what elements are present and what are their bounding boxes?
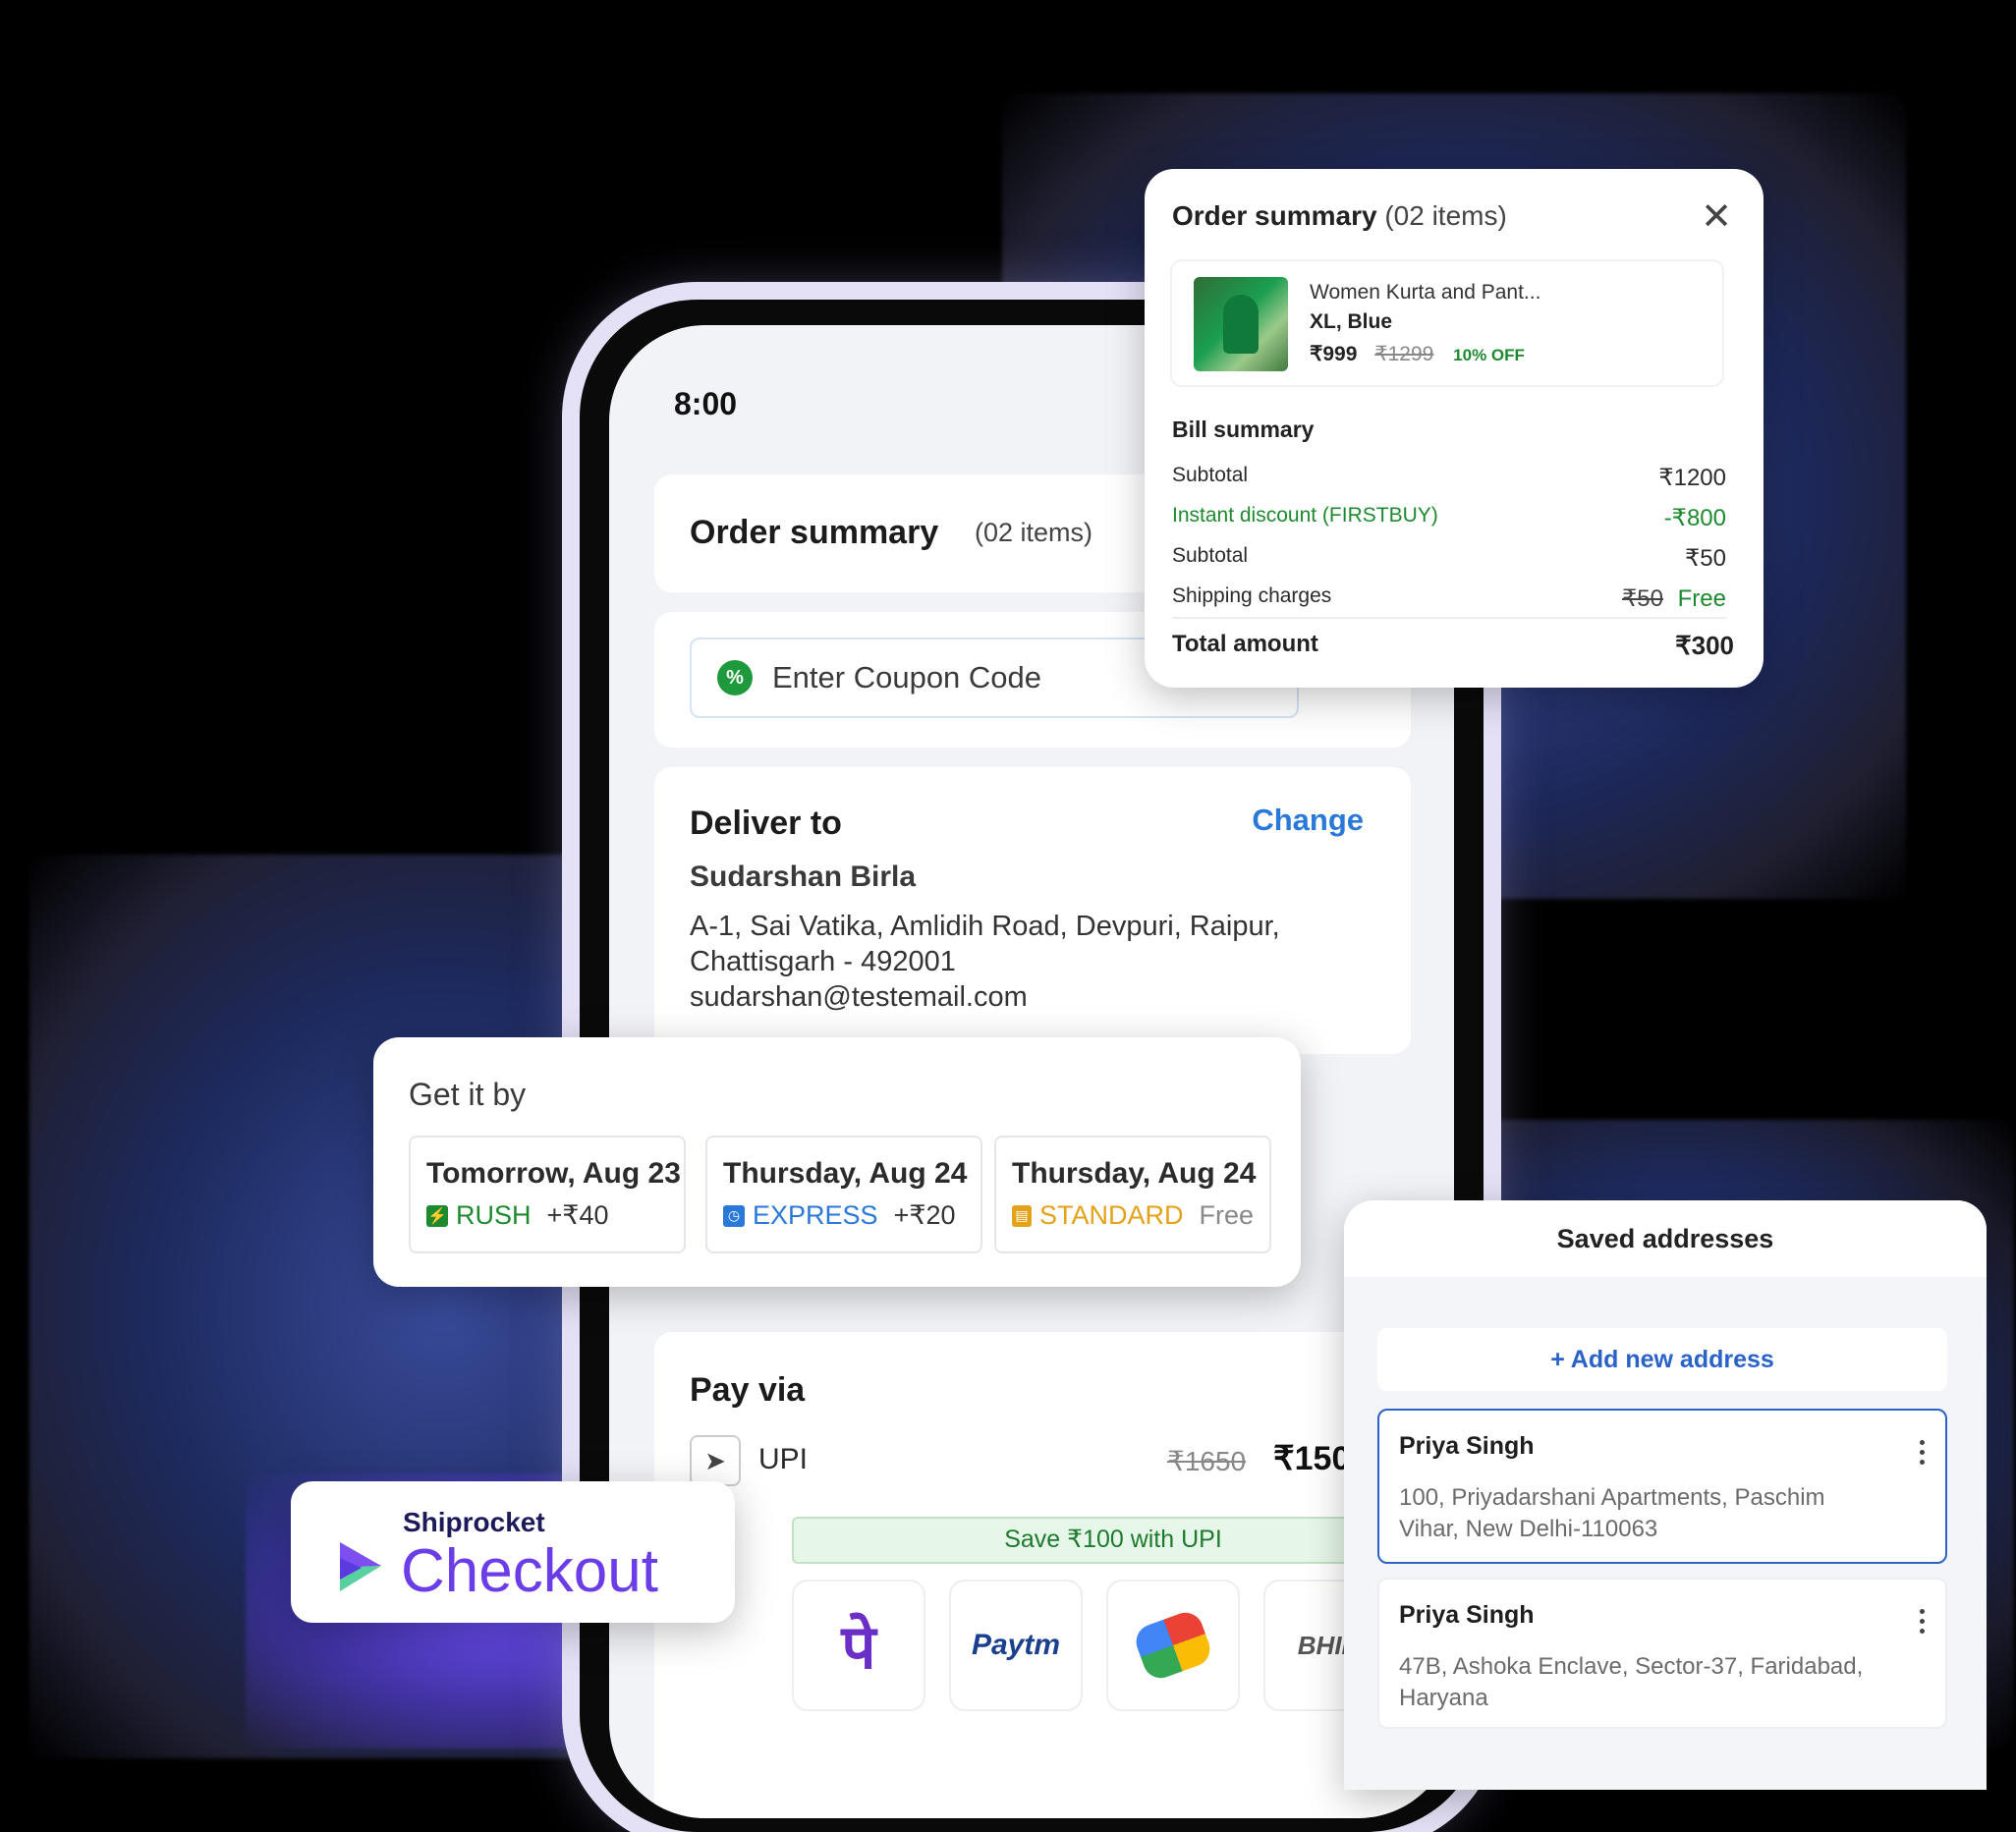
bill-row-value: ₹1200 [1658, 465, 1726, 491]
product-figure-icon [1223, 295, 1259, 354]
shipping-option-express[interactable]: Thursday, Aug 24 ◷ EXPRESS +₹20 [705, 1136, 982, 1253]
upi-label: UPI [758, 1443, 809, 1475]
rush-date: Tomorrow, Aug 23 [426, 1157, 681, 1190]
product-discount: 10% OFF [1453, 346, 1525, 364]
express-price: +₹20 [893, 1200, 956, 1230]
get-it-by-card: Get it by Tomorrow, Aug 23 ⚡ RUSH +₹40 T… [373, 1037, 1301, 1287]
phonepe-tile[interactable]: पे [792, 1580, 925, 1711]
saved-address-line1: 47B, Ashoka Enclave, Sector-37, Faridaba… [1399, 1653, 1864, 1680]
rush-icon: ⚡ [426, 1204, 448, 1227]
saved-title: Saved addresses [1556, 1224, 1774, 1253]
bill-row-shipping: Shipping charges ₹50 Free [1172, 584, 1726, 613]
bill-row-subtotal: Subtotal ₹1200 [1172, 464, 1726, 492]
product-variant: XL, Blue [1310, 310, 1393, 333]
gpay-tile[interactable] [1106, 1580, 1240, 1711]
saved-address-line1: 100, Priyadarshani Apartments, Paschim [1399, 1484, 1825, 1511]
phonepe-icon: पे [841, 1614, 876, 1682]
change-address-link[interactable]: Change [1252, 803, 1364, 838]
product-price: ₹999 [1310, 343, 1358, 365]
total-amount-value: ₹300 [1675, 631, 1734, 660]
pay-via-card: Pay via ➤ UPI ₹1650 ₹1500 Save ₹100 with… [654, 1332, 1434, 1818]
bill-row-value: ₹50 [1685, 545, 1726, 572]
express-icon: ◷ [723, 1204, 745, 1227]
coupon-percent-icon: % [717, 660, 753, 695]
bill-row-discount: Instant discount (FIRSTBUY) -₹800 [1172, 504, 1726, 532]
product-thumbnail [1194, 277, 1288, 371]
saved-header: Saved addresses [1344, 1200, 1987, 1277]
standard-icon: ▤ [1012, 1204, 1032, 1227]
order-summary-title: Order summary [690, 514, 939, 551]
saved-address-1[interactable]: Priya Singh 100, Priyadarshani Apartment… [1377, 1409, 1947, 1564]
pay-via-title: Pay via [690, 1371, 806, 1409]
standard-price: Free [1199, 1200, 1254, 1230]
upi-logo-icon: ➤ [690, 1435, 741, 1486]
product-mrp: ₹1299 [1374, 343, 1434, 365]
bill-row-label: Shipping charges [1172, 584, 1332, 607]
brand-product: Checkout [401, 1537, 658, 1605]
saved-address-2[interactable]: Priya Singh 47B, Ashoka Enclave, Sector-… [1377, 1578, 1947, 1729]
close-icon[interactable]: ✕ [1701, 194, 1732, 239]
bill-rows: Subtotal ₹1200 Instant discount (FIRSTBU… [1172, 464, 1726, 625]
customer-email: sudarshan@testemail.com [690, 981, 1028, 1013]
total-amount-label: Total amount [1172, 631, 1318, 657]
brand-company: Shiprocket [403, 1507, 545, 1537]
deliver-to-title: Deliver to [690, 805, 842, 842]
product-name: Women Kurta and Pant... [1310, 281, 1541, 304]
shipping-option-rush[interactable]: Tomorrow, Aug 23 ⚡ RUSH +₹40 [409, 1136, 686, 1253]
add-new-address-label: + Add new address [1550, 1346, 1774, 1373]
deliver-to-card: Deliver to Change Sudarshan Birla A-1, S… [654, 767, 1411, 1054]
paytm-icon: Paytm [971, 1629, 1061, 1661]
get-it-by-title: Get it by [409, 1077, 527, 1112]
gpay-icon [1131, 1607, 1215, 1684]
bill-divider [1172, 617, 1726, 619]
saved-address-line2: Haryana [1399, 1685, 1488, 1711]
add-new-address-button[interactable]: + Add new address [1377, 1328, 1947, 1391]
popup-count: (02 items) [1384, 200, 1507, 231]
shipping-option-standard[interactable]: Thursday, Aug 24 ▤ STANDARD Free [994, 1136, 1271, 1253]
shiprocket-logo-icon [332, 1538, 385, 1595]
order-summary-count: (02 items) [975, 518, 1093, 547]
bill-row-subtotal-2: Subtotal ₹50 [1172, 544, 1726, 573]
saved-address-line2: Vihar, New Delhi-110063 [1399, 1516, 1658, 1542]
saved-address-name: Priya Singh [1399, 1432, 1535, 1460]
more-options-icon[interactable] [1920, 1440, 1926, 1470]
rush-price: +₹40 [546, 1200, 609, 1230]
bill-summary-title: Bill summary [1172, 416, 1315, 442]
popup-title: Order summary [1172, 200, 1377, 231]
pay-apps-row: पे Paytm BHIM [792, 1580, 1430, 1717]
shipping-old-price: ₹50 [1622, 585, 1663, 612]
order-summary-popup: Order summary (02 items) ✕ Women Kurta a… [1145, 169, 1764, 688]
standard-date: Thursday, Aug 24 [1012, 1157, 1257, 1190]
rush-mode: RUSH [456, 1200, 532, 1230]
bill-row-label: Instant discount (FIRSTBUY) [1172, 504, 1438, 527]
bill-row-value: -₹800 [1663, 505, 1726, 531]
paytm-tile[interactable]: Paytm [949, 1580, 1083, 1711]
express-date: Thursday, Aug 24 [723, 1157, 968, 1190]
shiprocket-checkout-badge: Shiprocket Checkout [291, 1481, 735, 1623]
bill-row-label: Subtotal [1172, 464, 1249, 486]
bill-row-label: Subtotal [1172, 544, 1249, 567]
shipping-free: Free [1677, 585, 1726, 612]
address-line-2: Chattisgarh - 492001 [690, 946, 956, 977]
standard-mode: STANDARD [1038, 1200, 1184, 1230]
upi-save-banner: Save ₹100 with UPI [792, 1517, 1434, 1564]
more-options-icon[interactable] [1920, 1609, 1926, 1638]
coupon-placeholder: Enter Coupon Code [772, 660, 1042, 694]
address-line-1: A-1, Sai Vatika, Amlidih Road, Devpuri, … [690, 911, 1280, 942]
upi-save-text: Save ₹100 with UPI [1004, 1526, 1222, 1553]
upi-old-price: ₹1650 [1167, 1446, 1247, 1476]
saved-addresses-panel: Saved addresses + Add new address Priya … [1344, 1200, 1987, 1790]
customer-name: Sudarshan Birla [690, 860, 917, 893]
saved-address-name: Priya Singh [1399, 1601, 1535, 1629]
upi-row[interactable]: ➤ UPI ₹1650 ₹1500 [690, 1435, 1417, 1490]
product-card: Women Kurta and Pant... XL, Blue ₹999 ₹1… [1172, 261, 1722, 385]
express-mode: EXPRESS [753, 1200, 878, 1230]
status-time: 8:00 [674, 386, 738, 421]
